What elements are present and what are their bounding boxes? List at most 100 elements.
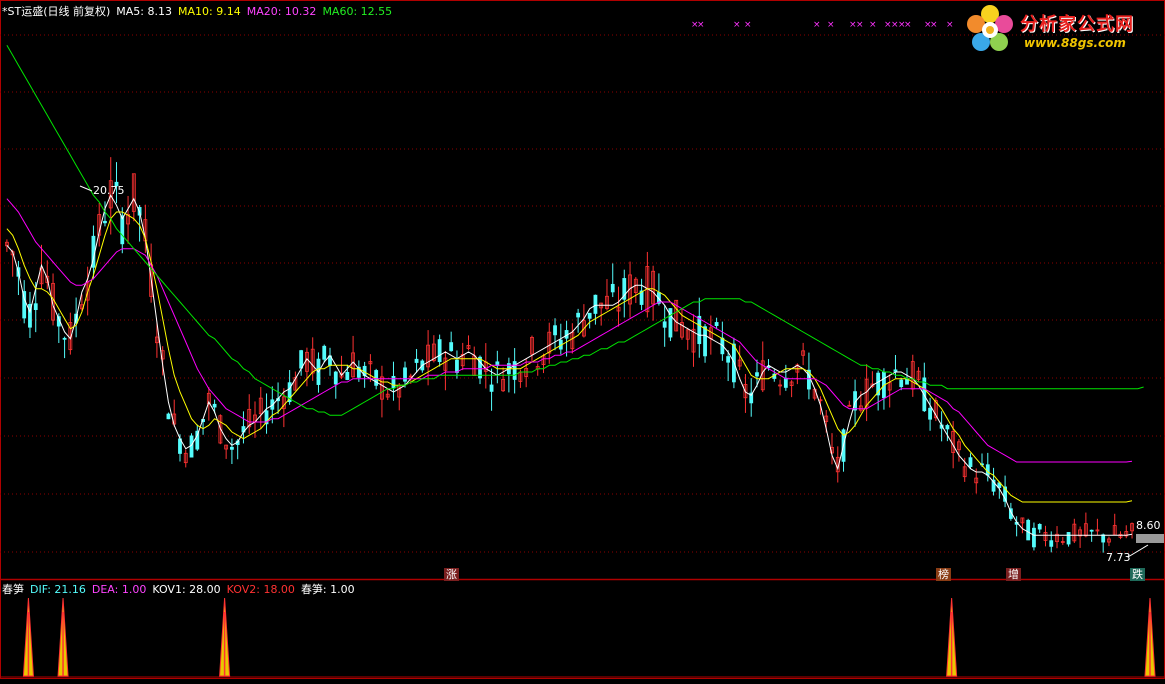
candle bbox=[126, 195, 130, 244]
candle-body bbox=[985, 464, 990, 476]
candle bbox=[1032, 522, 1036, 551]
candle bbox=[1020, 517, 1025, 534]
candle bbox=[1072, 518, 1077, 544]
candle bbox=[351, 335, 355, 378]
candle bbox=[1037, 523, 1042, 533]
candle-body bbox=[1101, 534, 1106, 543]
candle-body bbox=[593, 294, 598, 314]
candle bbox=[1078, 526, 1083, 548]
candle bbox=[968, 453, 973, 469]
candle-body bbox=[449, 342, 454, 352]
candle bbox=[62, 336, 67, 359]
candle bbox=[414, 349, 419, 373]
marker-zeng: 增 bbox=[1006, 568, 1021, 581]
candle bbox=[581, 304, 586, 338]
candle bbox=[426, 330, 430, 386]
high-pointer bbox=[79, 185, 93, 192]
candle bbox=[1026, 518, 1031, 541]
candle-body bbox=[189, 435, 194, 458]
candle-body bbox=[714, 322, 719, 326]
grid-lines bbox=[0, 0, 1165, 679]
ma20-value: MA20: 10.32 bbox=[246, 5, 317, 18]
candle bbox=[945, 423, 950, 442]
candle bbox=[616, 286, 621, 327]
candle-body bbox=[893, 369, 898, 372]
candle bbox=[882, 368, 886, 410]
candle-body bbox=[299, 350, 304, 369]
candle-body bbox=[212, 403, 217, 408]
candle bbox=[1107, 536, 1111, 547]
candle-body bbox=[1049, 540, 1054, 547]
indicator-spike bbox=[946, 597, 958, 677]
candlesticks bbox=[4, 157, 1134, 553]
candle-body bbox=[166, 413, 171, 420]
candle bbox=[910, 354, 915, 397]
candle-body bbox=[489, 384, 494, 392]
candle-body bbox=[62, 337, 67, 340]
candle-body bbox=[333, 371, 338, 385]
indicator-spike bbox=[22, 597, 34, 677]
kline-chart[interactable]: × × × × × × × × × × × × × × × × *ST运盛(日线 前复权) MA5: 8.13 M… bbox=[0, 0, 1165, 680]
candle-body bbox=[437, 339, 442, 363]
candle bbox=[656, 273, 661, 306]
candle bbox=[847, 400, 852, 407]
candle-body bbox=[33, 303, 38, 310]
signal-x-mark: × bbox=[869, 20, 877, 30]
candle bbox=[749, 378, 754, 417]
candle bbox=[720, 321, 725, 361]
candle-body bbox=[576, 312, 581, 318]
candle bbox=[449, 331, 454, 352]
ma60-value: MA60: 12.55 bbox=[322, 5, 393, 18]
candle bbox=[183, 449, 188, 468]
candle bbox=[385, 388, 390, 401]
candle bbox=[230, 438, 234, 464]
candle bbox=[1101, 533, 1106, 553]
candle bbox=[443, 350, 448, 391]
candle bbox=[483, 343, 488, 389]
signal-x-mark: × bbox=[697, 20, 705, 30]
candle bbox=[530, 335, 534, 362]
candle bbox=[1083, 512, 1088, 538]
indicator-header: 春笋 DIF: 21.16 DEA: 1.00 KOV1: 28.00 KOV2: 18… bbox=[2, 583, 361, 597]
indicator-name: 春笋 bbox=[2, 583, 24, 596]
candle-body bbox=[726, 356, 731, 363]
candle bbox=[685, 327, 690, 350]
candle-body bbox=[945, 425, 950, 430]
chart-canvas[interactable]: ×× × × × × × × × × × ×× ×× × bbox=[0, 0, 1165, 680]
signal-x-mark: × bbox=[946, 20, 954, 30]
candle bbox=[224, 444, 229, 459]
candle bbox=[512, 348, 517, 394]
signal-x-mark: × bbox=[904, 20, 912, 30]
high-price-label: 20.75 bbox=[93, 184, 125, 197]
candle bbox=[466, 335, 471, 351]
stock-title: *ST运盛(日线 前复权) bbox=[2, 5, 111, 18]
main-header: *ST运盛(日线 前复权) MA5: 8.13 MA10: 9.14 MA20: 10… bbox=[2, 5, 398, 19]
candle bbox=[1130, 522, 1134, 539]
ma10-line bbox=[6, 211, 1133, 503]
candle-body bbox=[1037, 523, 1042, 530]
chunsun-value: 春笋: 1.00 bbox=[300, 583, 355, 596]
candle-body bbox=[230, 446, 234, 450]
candle-body bbox=[120, 215, 125, 245]
candle-body bbox=[587, 312, 592, 319]
candle-body bbox=[899, 379, 904, 388]
kov1-value: KOV1: 28.00 bbox=[152, 583, 221, 596]
candle bbox=[922, 362, 927, 412]
ma5-value: MA5: 8.13 bbox=[116, 5, 172, 18]
signal-x-mark: × bbox=[827, 20, 835, 30]
candle bbox=[391, 361, 396, 401]
candle bbox=[760, 341, 765, 393]
candle bbox=[743, 374, 748, 413]
candle bbox=[801, 342, 806, 366]
candle bbox=[1043, 525, 1048, 547]
candle-body bbox=[662, 321, 667, 328]
candle bbox=[639, 278, 644, 311]
candle bbox=[1112, 513, 1117, 536]
indicator-spike bbox=[57, 597, 69, 677]
candle bbox=[610, 263, 615, 298]
signal-x-mark: × bbox=[856, 20, 864, 30]
candle bbox=[662, 305, 667, 347]
dif-value: DIF: 21.16 bbox=[30, 583, 86, 596]
candle-body bbox=[1032, 527, 1036, 548]
candle bbox=[28, 291, 32, 339]
